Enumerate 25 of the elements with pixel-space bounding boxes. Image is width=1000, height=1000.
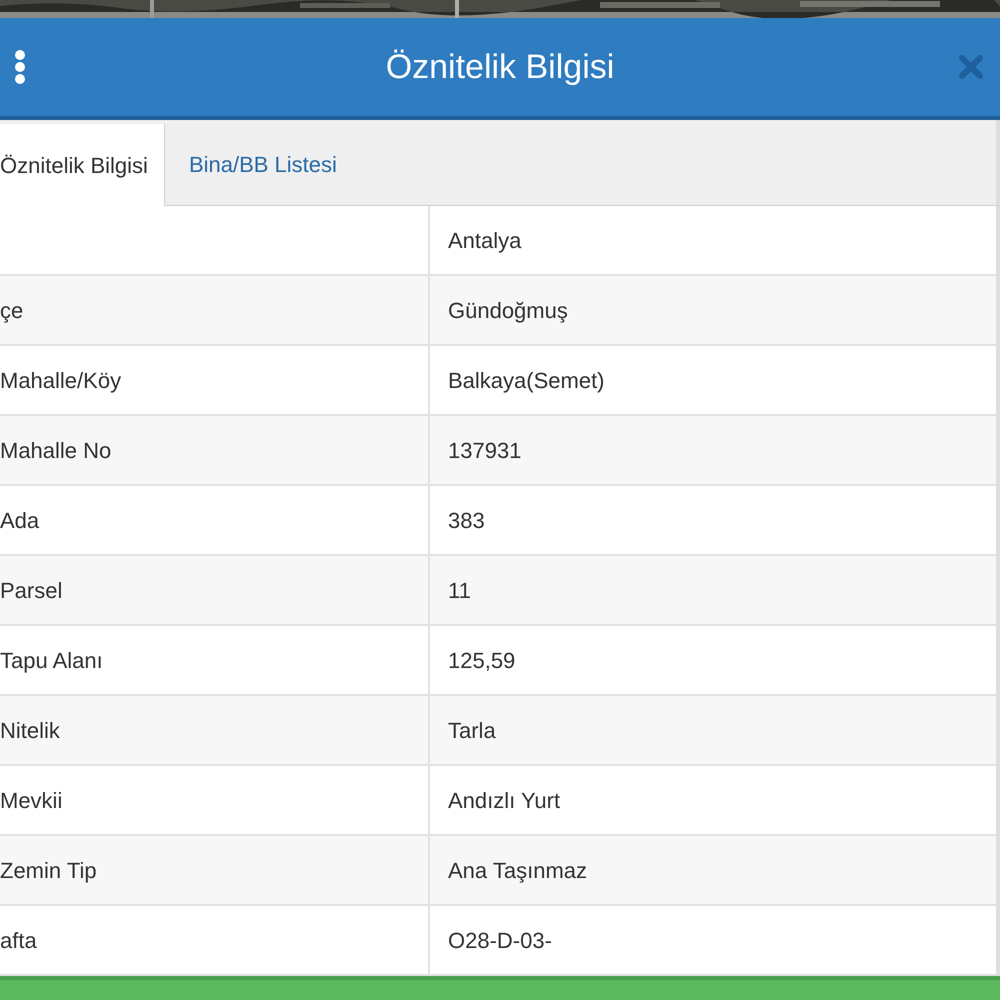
field-label: Mevkii [0,786,62,814]
field-label: Zemin Tip [0,856,97,885]
field-value: 137931 [448,436,522,464]
field-value: 383 [448,506,485,534]
tab[interactable]: Bina/BB Listesi [164,123,361,205]
field-label: afta [0,926,37,954]
field-label: Tapu Alanı [0,646,103,675]
field-value: 125,59 [448,646,516,674]
field-value: 11 [448,576,471,604]
dialog-title: Öznitelik Bilgisi [384,46,616,88]
field-label: Mahalle No [0,436,112,464]
field-label: Parsel [0,576,62,604]
tab[interactable]: Öznitelik Bilgisi [0,124,165,206]
field-value: Balkaya(Semet) [448,366,605,395]
field-label: çe [0,296,24,325]
field-value: Gündoğmuş [448,296,568,325]
field-value: O28-D-03- [448,926,552,954]
menu-icon[interactable] [12,49,28,85]
field-label: Nitelik [0,716,60,744]
field-value: Antalya [448,226,522,255]
field-label: Mahalle/Köy [0,366,122,395]
field-value: Andızlı Yurt [448,786,560,814]
field-value: Tarla [448,716,496,744]
field-value: Ana Taşınmaz [448,856,588,885]
field-label: Ada [0,506,40,534]
